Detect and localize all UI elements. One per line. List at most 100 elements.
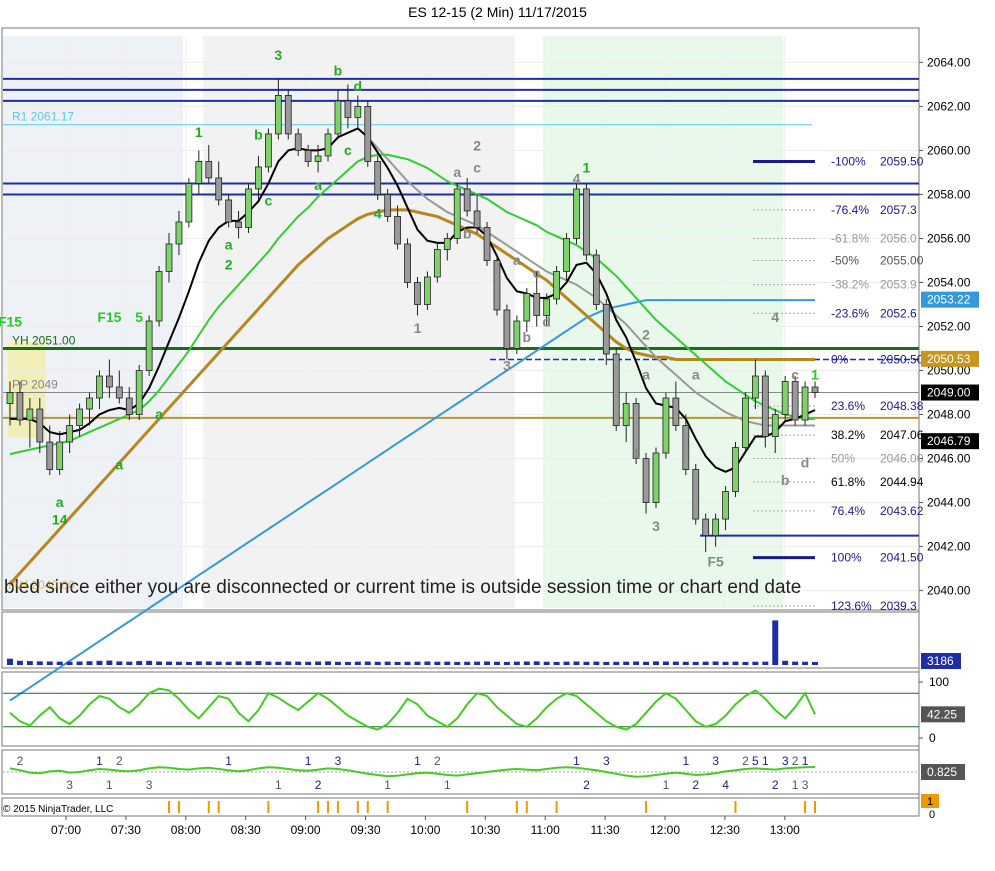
- volume-bar: [126, 661, 133, 665]
- chart-canvas: R1 2061.17 YH 2051.00 PP 2049 -100% 2059.50…: [0, 27, 979, 837]
- fib-label: -50%: [831, 253, 859, 267]
- x-tick-label: 10:00: [410, 823, 440, 837]
- momentum-count-label: 1: [792, 778, 799, 792]
- signal-bar: [555, 801, 558, 813]
- candle-body: [304, 150, 312, 162]
- fib-price: 2039.3: [880, 599, 917, 613]
- volume-bar: [752, 661, 759, 665]
- signal-bar: [525, 801, 528, 813]
- signal-bar: [168, 801, 171, 813]
- x-tick-label: 09:00: [291, 823, 321, 837]
- candle-body: [424, 276, 431, 305]
- candle-body: [503, 309, 511, 349]
- candle-body: [811, 386, 819, 393]
- volume-bar: [116, 661, 123, 665]
- y-tick-label: 2042.00: [927, 540, 971, 554]
- fib-price: 2048.38: [880, 399, 924, 413]
- candle-body: [185, 183, 193, 223]
- fib-label: 23.6%: [831, 399, 865, 413]
- volume-bar: [354, 661, 361, 665]
- momentum-count-label: 1: [106, 778, 113, 792]
- signal-bar: [356, 801, 359, 813]
- volume-bar: [633, 661, 640, 665]
- volume-bar: [245, 661, 252, 665]
- signal-bar: [645, 801, 648, 813]
- candle-body: [215, 177, 223, 201]
- y-tick-label: 2044.00: [927, 496, 971, 510]
- volume-bar: [404, 661, 411, 665]
- volume-bar: [712, 661, 719, 665]
- volume-bar: [484, 661, 491, 665]
- momentum-count-label: 3: [146, 778, 153, 792]
- volume-bar: [792, 661, 799, 665]
- wave-label: c: [344, 142, 352, 158]
- y-tick-label: 2062.00: [927, 99, 971, 113]
- y-tick-label: 2048.00: [927, 408, 971, 422]
- candle-body: [583, 188, 590, 256]
- volume-bar: [394, 661, 401, 665]
- candle-body: [155, 271, 163, 322]
- candle-body: [612, 353, 620, 426]
- signal-bar: [207, 801, 210, 813]
- x-tick-label: 07:00: [51, 823, 81, 837]
- candle-body: [761, 375, 769, 437]
- volume-bar: [66, 661, 73, 665]
- price-tag-label: 2053.22: [927, 293, 971, 307]
- candle-body: [314, 155, 322, 162]
- volume-bar: [384, 661, 391, 665]
- candle-body: [622, 403, 630, 426]
- momentum-count-label: 2: [742, 754, 749, 768]
- wave-label: d: [801, 454, 810, 470]
- candle-body: [692, 469, 700, 520]
- y-tick-label: 2040.00: [927, 584, 971, 598]
- candle-body: [6, 392, 14, 404]
- momentum-count-label: 1: [762, 754, 769, 768]
- volume-bar: [96, 660, 103, 665]
- fib-price: 2043.62: [880, 504, 924, 518]
- wave-label: b: [523, 329, 532, 345]
- candle-body: [96, 375, 103, 399]
- fib-price: 2047.06: [880, 428, 924, 442]
- fib-price: 2044.94: [880, 475, 924, 489]
- volume-bar: [474, 661, 481, 665]
- candle-body: [374, 161, 382, 195]
- candle-body: [642, 458, 650, 503]
- signal-tag-label: 1: [927, 796, 933, 808]
- candle-body: [76, 408, 83, 426]
- volume-bar: [146, 660, 153, 665]
- volume-bar: [414, 661, 421, 665]
- price-tag-label: 2049.00: [927, 386, 971, 400]
- wave-label: 1: [414, 320, 422, 336]
- wave-label: 4: [374, 206, 382, 222]
- volume-bar: [235, 661, 242, 665]
- fib-price: 2050.50: [880, 353, 924, 367]
- fib-label: 76.4%: [831, 504, 865, 518]
- wave-label: 5: [135, 309, 143, 325]
- wave-label: a: [155, 406, 163, 422]
- wave-label: a: [692, 366, 700, 382]
- wave-label: F15: [97, 309, 121, 325]
- volume-bar: [573, 661, 580, 665]
- volume-bar: [76, 661, 83, 665]
- volume-bar: [295, 661, 302, 665]
- y-tick-label: 2054.00: [927, 275, 971, 289]
- candle-body: [195, 161, 203, 184]
- wave-label: 1: [632, 446, 640, 462]
- wave-label: d: [354, 78, 363, 94]
- momentum-count-label: 3: [782, 754, 789, 768]
- volume-bar: [513, 661, 520, 665]
- fib-label: -76.4%: [831, 203, 869, 217]
- candle-body: [344, 100, 352, 118]
- candle-body: [712, 518, 719, 536]
- wave-label: b: [334, 63, 343, 79]
- wave-label: a: [453, 164, 461, 180]
- momentum-count-label: 1: [225, 754, 232, 768]
- volume-bar: [623, 661, 630, 665]
- volume-bar: [195, 661, 202, 665]
- momentum-count-label: 2: [315, 778, 322, 792]
- volume-bar: [603, 661, 610, 665]
- copyright: © 2015 NinjaTrader, LLC: [3, 804, 113, 815]
- volume-bar: [762, 661, 769, 665]
- wave-label: d: [542, 314, 551, 330]
- volume-bar: [325, 661, 332, 665]
